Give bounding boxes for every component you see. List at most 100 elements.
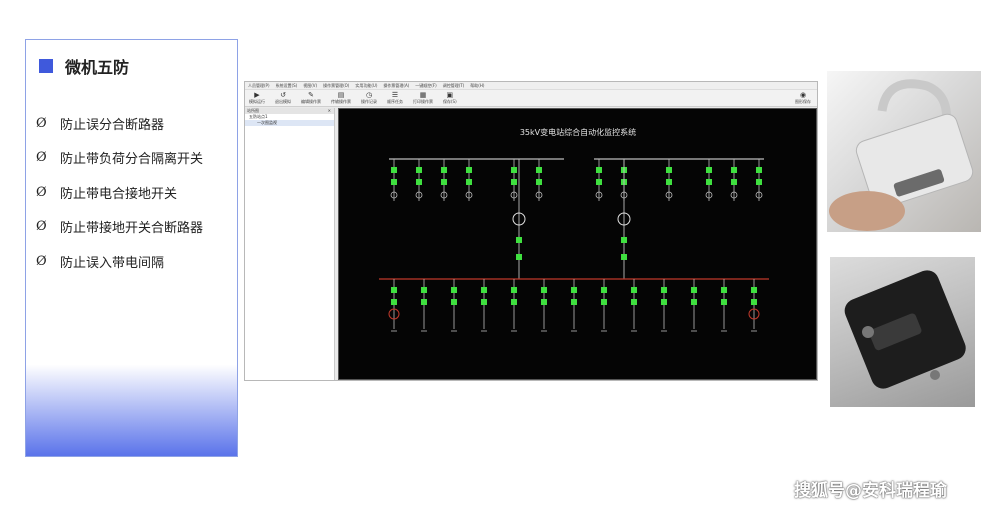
toolbar-button[interactable]: ✎ 编辑操作票 bbox=[301, 91, 321, 105]
menu-item[interactable]: 操作票管理(A) bbox=[383, 83, 409, 89]
toolbar-button[interactable]: ◷ 操作记录 bbox=[361, 91, 377, 105]
toolbar-button[interactable]: ▣ 保存(S) bbox=[443, 91, 457, 105]
lower-breaker-switch[interactable] bbox=[751, 287, 757, 293]
scada-app-window: 人员管理(P) 系统设置(S) 视图(V) 操作票管理(O) 实用功能(U) 操… bbox=[244, 81, 818, 381]
menu-item[interactable]: 人员管理(P) bbox=[248, 83, 270, 89]
lower-disconnector-switch[interactable] bbox=[451, 299, 457, 305]
disconnector-switch[interactable] bbox=[666, 179, 672, 185]
breaker-switch[interactable] bbox=[536, 167, 542, 173]
breaker-switch[interactable] bbox=[731, 167, 737, 173]
menu-item[interactable]: 一键顺控(F) bbox=[415, 83, 436, 89]
breaker-switch[interactable] bbox=[706, 167, 712, 173]
lower-breaker-switch[interactable] bbox=[451, 287, 457, 293]
single-line-diagram: 35kV变电站综合自动化监控系统 bbox=[338, 108, 817, 380]
pin-icon[interactable]: ✕ bbox=[328, 108, 331, 114]
disconnector-switch[interactable] bbox=[511, 179, 517, 185]
save-icon: ▣ bbox=[446, 91, 454, 99]
list-item: Ø 防止误入带电间隔 bbox=[36, 244, 203, 279]
diagram-title: 35kV变电站综合自动化监控系统 bbox=[520, 127, 636, 137]
lower-disconnector-switch[interactable] bbox=[751, 299, 757, 305]
toolbar: ▶ 模拟运行 ↺ 退出模拟 ✎ 编辑操作票 ▤ 传输操作票 ◷ 操作记录 ☰ 顺序任务 ▦ 打… bbox=[245, 90, 817, 107]
disconnector-switch[interactable] bbox=[731, 179, 737, 185]
menu-item[interactable]: 系统设置(S) bbox=[276, 83, 298, 89]
lower-disconnector-switch[interactable] bbox=[661, 299, 667, 305]
list-item: Ø 防止带电合接地开关 bbox=[36, 175, 203, 210]
toolbar-button[interactable]: ▦ 打印操作票 bbox=[413, 91, 433, 105]
breaker-switch[interactable] bbox=[666, 167, 672, 173]
lower-breaker-switch[interactable] bbox=[511, 287, 517, 293]
menu-item[interactable]: 视图(V) bbox=[303, 83, 317, 89]
sidebar-item[interactable]: 一次图监视 bbox=[245, 120, 334, 126]
edit-icon: ✎ bbox=[308, 91, 314, 99]
print-icon: ▤ bbox=[337, 91, 345, 99]
lower-breaker-switch[interactable] bbox=[631, 287, 637, 293]
diagram-svg: 35kV变电站综合自动化监控系统 bbox=[379, 127, 769, 332]
sidebar: 站所图 ✕ 五防站点1 一次图监视 bbox=[245, 108, 335, 380]
transformer-disconnector-switch[interactable] bbox=[516, 254, 522, 260]
disconnector-switch[interactable] bbox=[391, 179, 397, 185]
toolbar-button[interactable]: ▤ 传输操作票 bbox=[331, 91, 351, 105]
toolbar-button[interactable]: ☰ 顺序任务 bbox=[387, 91, 403, 105]
lower-breaker-switch[interactable] bbox=[661, 287, 667, 293]
lower-breaker-switch[interactable] bbox=[391, 287, 397, 293]
disconnector-switch[interactable] bbox=[536, 179, 542, 185]
panel-title: 微机五防 bbox=[65, 58, 130, 77]
breaker-switch[interactable] bbox=[416, 167, 422, 173]
padlock-image bbox=[829, 79, 974, 231]
rules-list: Ø 防止误分合断路器 Ø 防止带负荷分合隔离开关 Ø 防止带电合接地开关 Ø 防止带接地… bbox=[36, 106, 203, 279]
bullet-icon: Ø bbox=[36, 115, 47, 131]
lower-disconnector-switch[interactable] bbox=[391, 299, 397, 305]
lower-disconnector-switch[interactable] bbox=[691, 299, 697, 305]
lower-disconnector-switch[interactable] bbox=[541, 299, 547, 305]
breaker-switch[interactable] bbox=[756, 167, 762, 173]
lower-disconnector-switch[interactable] bbox=[481, 299, 487, 305]
lower-disconnector-switch[interactable] bbox=[571, 299, 577, 305]
breaker-switch[interactable] bbox=[391, 167, 397, 173]
breaker-switch[interactable] bbox=[511, 167, 517, 173]
lock-device-photo bbox=[830, 257, 975, 407]
disconnector-switch[interactable] bbox=[596, 179, 602, 185]
lower-breaker-switch[interactable] bbox=[721, 287, 727, 293]
toolbar-button[interactable]: ▶ 模拟运行 bbox=[249, 91, 265, 105]
lower-breaker-switch[interactable] bbox=[571, 287, 577, 293]
lower-disconnector-switch[interactable] bbox=[511, 299, 517, 305]
clock-icon: ◷ bbox=[365, 91, 373, 99]
list-icon: ☰ bbox=[391, 91, 399, 99]
transformer-disconnector-switch[interactable] bbox=[621, 254, 627, 260]
disconnector-switch[interactable] bbox=[466, 179, 472, 185]
breaker-switch[interactable] bbox=[441, 167, 447, 173]
toolbar-button[interactable]: ◉ 图形保存 bbox=[795, 91, 811, 105]
list-item: Ø 防止误分合断路器 bbox=[36, 106, 203, 141]
disconnector-switch[interactable] bbox=[441, 179, 447, 185]
disconnector-switch[interactable] bbox=[416, 179, 422, 185]
lower-disconnector-switch[interactable] bbox=[421, 299, 427, 305]
lower-disconnector-switch[interactable] bbox=[631, 299, 637, 305]
slide-panel: 微机五防 Ø 防止误分合断路器 Ø 防止带负荷分合隔离开关 Ø 防止带电合接地开关 Ø… bbox=[25, 39, 238, 457]
transformer-breaker-switch[interactable] bbox=[621, 237, 627, 243]
disconnector-switch[interactable] bbox=[756, 179, 762, 185]
rule-text: 防止带电合接地开关 bbox=[60, 186, 178, 202]
undo-icon: ↺ bbox=[280, 91, 286, 99]
breaker-switch[interactable] bbox=[596, 167, 602, 173]
breaker-switch[interactable] bbox=[466, 167, 472, 173]
toolbar-button[interactable]: ↺ 退出模拟 bbox=[275, 91, 291, 105]
transformer-breaker-switch[interactable] bbox=[516, 237, 522, 243]
list-item: Ø 防止带接地开关合断路器 bbox=[36, 210, 203, 245]
disconnector-switch[interactable] bbox=[706, 179, 712, 185]
menu-item[interactable]: 调控管理(T) bbox=[443, 83, 465, 89]
list-item: Ø 防止带负荷分合隔离开关 bbox=[36, 141, 203, 176]
bullet-icon: Ø bbox=[36, 219, 47, 235]
lower-breaker-switch[interactable] bbox=[421, 287, 427, 293]
menu-item[interactable]: 帮助(H) bbox=[470, 83, 484, 89]
rule-text: 防止误入带电间隔 bbox=[60, 255, 165, 271]
title-square-icon bbox=[39, 59, 53, 73]
lower-breaker-switch[interactable] bbox=[541, 287, 547, 293]
lower-breaker-switch[interactable] bbox=[601, 287, 607, 293]
bullet-icon: Ø bbox=[36, 150, 47, 166]
lower-breaker-switch[interactable] bbox=[691, 287, 697, 293]
menu-item[interactable]: 实用功能(U) bbox=[355, 83, 377, 89]
lower-disconnector-switch[interactable] bbox=[721, 299, 727, 305]
lower-disconnector-switch[interactable] bbox=[601, 299, 607, 305]
menu-item[interactable]: 操作票管理(O) bbox=[323, 83, 349, 89]
lower-breaker-switch[interactable] bbox=[481, 287, 487, 293]
